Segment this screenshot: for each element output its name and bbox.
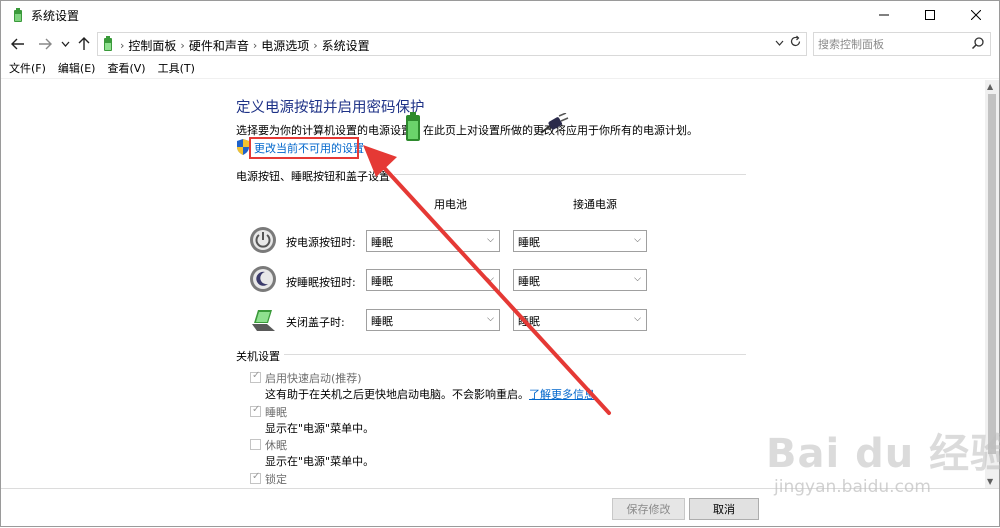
chevron-down-icon [775, 40, 784, 46]
chevron-down-icon: ⌵ [487, 314, 494, 324]
search-input[interactable] [818, 36, 963, 52]
arrow-up-icon [78, 37, 90, 50]
column-battery: 用电池 [434, 198, 467, 211]
breadcrumb: › 控制面板 › 硬件和声音 › 电源选项 › 系统设置 [120, 37, 370, 54]
up-button[interactable] [74, 33, 94, 55]
back-button[interactable] [7, 33, 29, 55]
save-changes-button[interactable]: 保存修改 [612, 498, 685, 520]
sleep-button-label: 按睡眠按钮时: [286, 276, 356, 289]
maximize-icon [925, 10, 935, 20]
refresh-button[interactable] [789, 35, 802, 52]
menu-edit[interactable]: 编辑(E) [58, 59, 96, 78]
learn-more-link[interactable]: 了解更多信息 [529, 388, 595, 401]
chevron-down-icon: ⌵ [634, 235, 641, 245]
breadcrumb-item[interactable]: 系统设置 [322, 37, 370, 54]
window: 系统设置 › 控制面板 › 硬件和声音 › 电源选项 › 系统设置 搜索控制面板… [0, 0, 1000, 527]
sleep-button-battery-select[interactable]: 睡眠 ⌵ [366, 269, 500, 291]
sleep-label: 睡眠 [265, 406, 287, 419]
select-value: 睡眠 [371, 275, 393, 288]
breadcrumb-item[interactable]: 控制面板 [128, 37, 176, 54]
address-bar[interactable]: › 控制面板 › 硬件和声音 › 电源选项 › 系统设置 [97, 32, 807, 56]
forward-button[interactable] [34, 33, 56, 55]
select-value: 睡眠 [371, 236, 393, 249]
close-lid-battery-select[interactable]: 睡眠 ⌵ [366, 309, 500, 331]
lock-label: 锁定 [265, 473, 287, 486]
sleep-description: 显示在"电源"菜单中。 [265, 422, 375, 435]
fast-startup-checkbox[interactable] [250, 370, 261, 383]
search-box[interactable] [813, 32, 991, 56]
power-button-battery-select[interactable]: 睡眠 ⌵ [366, 230, 500, 252]
close-button[interactable] [953, 1, 999, 29]
breadcrumb-item[interactable]: 电源选项 [261, 37, 309, 54]
sleep-button-plugged-select[interactable]: 睡眠 ⌵ [513, 269, 647, 291]
breadcrumb-item[interactable]: 硬件和声音 [189, 37, 249, 54]
select-value: 睡眠 [371, 315, 393, 328]
chevron-down-icon: ⌵ [487, 235, 494, 245]
fast-startup-description-text: 这有助于在关机之后更快地启动电脑。不会影响重启。 [265, 388, 529, 401]
chevron-down-icon: ⌵ [634, 314, 641, 324]
watermark-main-text: Bai du 经验 [766, 431, 1000, 477]
sleep-checkbox[interactable] [250, 404, 261, 417]
power-button-label: 按电源按钮时: [286, 236, 356, 249]
recent-locations-button[interactable] [57, 33, 73, 55]
chevron-down-icon: ⌵ [634, 274, 641, 284]
navigation-bar: › 控制面板 › 硬件和声音 › 电源选项 › 系统设置 [1, 29, 999, 59]
refresh-icon [790, 35, 801, 47]
sleep-button-icon [250, 266, 276, 292]
chevron-down-icon: ⌵ [487, 274, 494, 284]
power-buttons-section-title: 电源按钮、睡眠按钮和盖子设置 [236, 168, 394, 184]
page-title: 定义电源按钮并启用密码保护 [236, 100, 425, 116]
shutdown-section-title: 关机设置 [236, 348, 284, 364]
breadcrumb-separator: › [120, 39, 125, 52]
fast-startup-description: 这有助于在关机之后更快地启动电脑。不会影响重启。了解更多信息 [265, 386, 595, 402]
page-description: 选择要为你的计算机设置的电源设置。在此页上对设置所做的更改将应用于你所有的电源计… [236, 124, 698, 137]
hibernate-description: 显示在"电源"菜单中。 [265, 455, 375, 468]
menu-view[interactable]: 查看(V) [107, 59, 145, 78]
close-lid-plugged-select[interactable]: 睡眠 ⌵ [513, 309, 647, 331]
highlight-box [249, 137, 359, 159]
power-options-icon [104, 36, 112, 51]
breadcrumb-separator: › [252, 39, 258, 52]
uac-shield-icon [237, 139, 249, 155]
close-lid-label: 关闭盖子时: [286, 316, 345, 329]
watermark: Bai du 经验 jingyan.baidu.com [766, 421, 1000, 521]
column-plugged-in: 接通电源 [573, 198, 617, 211]
minimize-icon [879, 14, 889, 16]
menu-tools[interactable]: 工具(T) [158, 59, 195, 78]
cancel-button[interactable]: 取消 [689, 498, 759, 520]
address-history-button[interactable] [775, 36, 784, 49]
power-button-icon [250, 227, 276, 253]
arrow-left-icon [11, 38, 24, 50]
power-options-icon [14, 8, 22, 22]
breadcrumb-separator: › [180, 39, 185, 52]
hibernate-label: 休眠 [265, 439, 287, 452]
fast-startup-label: 启用快速启动(推荐) [265, 372, 362, 385]
scrollbar-thumb[interactable] [988, 94, 996, 454]
menu-file[interactable]: 文件(F) [9, 59, 46, 78]
breadcrumb-separator: › [313, 39, 318, 52]
maximize-button[interactable] [907, 1, 953, 29]
laptop-lid-icon [252, 310, 275, 331]
chevron-down-icon [61, 41, 69, 47]
plug-icon [540, 113, 569, 134]
scroll-up-icon[interactable]: ▲ [987, 82, 993, 91]
search-icon[interactable] [971, 36, 985, 50]
battery-icon [406, 112, 420, 141]
power-button-plugged-select[interactable]: 睡眠 ⌵ [513, 230, 647, 252]
select-value: 睡眠 [518, 315, 540, 328]
lock-checkbox[interactable] [250, 471, 261, 484]
title-bar: 系统设置 [1, 1, 999, 29]
select-value: 睡眠 [518, 275, 540, 288]
close-icon [971, 10, 981, 20]
window-title: 系统设置 [31, 9, 80, 23]
section-divider [236, 354, 746, 355]
minimize-button[interactable] [861, 1, 907, 29]
arrow-right-icon [39, 38, 52, 50]
select-value: 睡眠 [518, 236, 540, 249]
watermark-sub-text: jingyan.baidu.com [774, 477, 931, 497]
hibernate-checkbox[interactable] [250, 439, 261, 450]
menu-bar: 文件(F) 编辑(E) 查看(V) 工具(T) [1, 59, 999, 79]
